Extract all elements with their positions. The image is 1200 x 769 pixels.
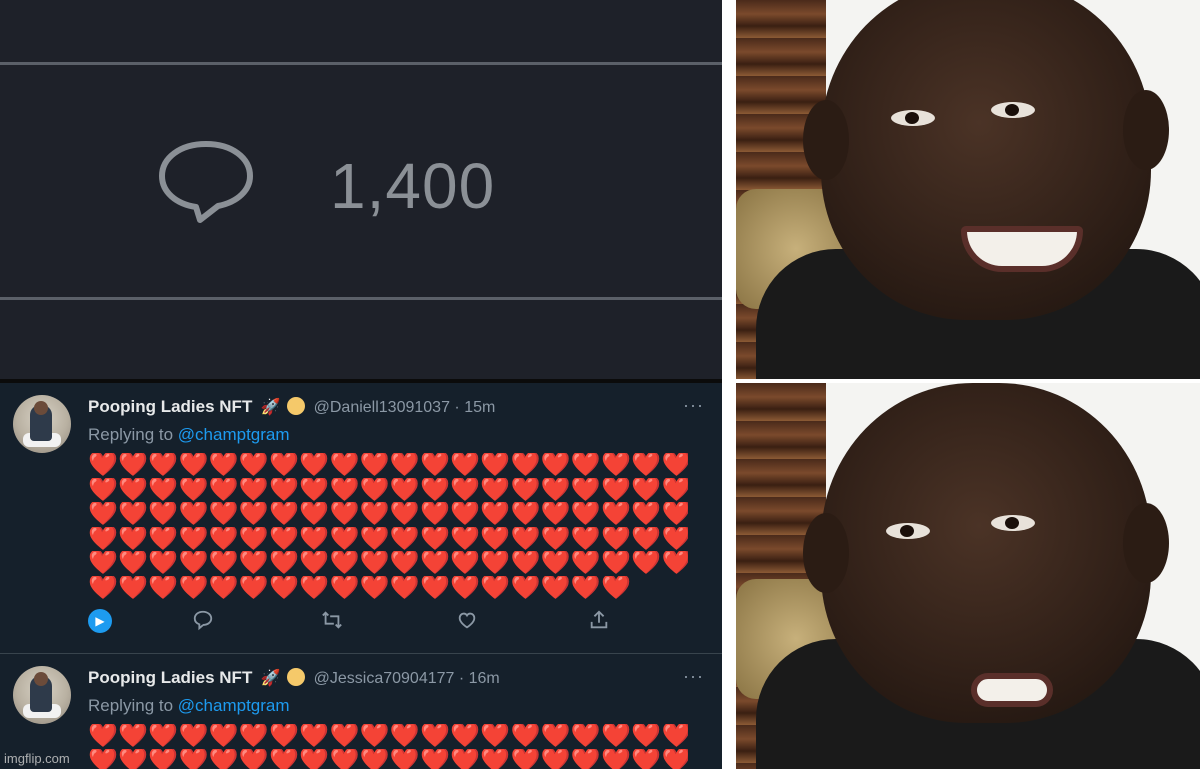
panel-divider xyxy=(722,0,736,769)
tweet-header: Pooping Ladies NFT 🚀 @Jessica70904177 · … xyxy=(88,668,500,690)
heart-row: ❤️❤️❤️❤️❤️❤️❤️❤️❤️❤️❤️❤️❤️❤️❤️❤️❤️❤️❤️❤️… xyxy=(88,724,688,749)
display-name[interactable]: Pooping Ladies NFT xyxy=(88,668,252,687)
smiling-face xyxy=(803,0,1169,320)
handle-and-time[interactable]: @Jessica70904177 · 16m xyxy=(314,670,500,687)
reply-count: 1,400 xyxy=(330,150,496,222)
replying-to: Replying to @champtgram xyxy=(88,425,290,445)
play-icon[interactable]: ▶ xyxy=(88,609,112,633)
divider-line xyxy=(0,297,722,300)
more-options-icon[interactable]: ··· xyxy=(683,395,704,416)
heart-row: ❤️❤️❤️❤️❤️❤️❤️❤️❤️❤️❤️❤️❤️❤️❤️❤️❤️❤️❤️❤️… xyxy=(88,453,688,478)
display-name[interactable]: Pooping Ladies NFT xyxy=(88,397,252,416)
coin-icon xyxy=(287,668,306,686)
coin-icon xyxy=(287,397,306,415)
heart-row: ❤️❤️❤️❤️❤️❤️❤️❤️❤️❤️❤️❤️❤️❤️❤️❤️❤️❤️❤️❤️… xyxy=(88,502,688,527)
tweet-actions: ▶ xyxy=(88,609,628,639)
mention-link[interactable]: @champtgram xyxy=(178,425,290,444)
tweet-text: ❤️❤️❤️❤️❤️❤️❤️❤️❤️❤️❤️❤️❤️❤️❤️❤️❤️❤️❤️❤️… xyxy=(88,724,688,769)
more-options-icon[interactable]: ··· xyxy=(683,666,704,687)
tweet-header: Pooping Ladies NFT 🚀 @Daniell13091037 · … xyxy=(88,397,495,419)
heart-row: ❤️❤️❤️❤️❤️❤️❤️❤️❤️❤️❤️❤️❤️❤️❤️❤️❤️❤️ xyxy=(88,575,632,601)
comment-bubble-icon xyxy=(159,141,253,223)
like-icon[interactable] xyxy=(456,609,478,637)
handle-and-time[interactable]: @Daniell13091037 · 15m xyxy=(314,399,496,416)
divider-line xyxy=(0,62,722,65)
heart-row: ❤️❤️❤️❤️❤️❤️❤️❤️❤️❤️❤️❤️❤️❤️❤️❤️❤️❤️❤️❤️… xyxy=(88,477,688,503)
tweet-feed: Pooping Ladies NFT 🚀 @Daniell13091037 · … xyxy=(0,383,722,769)
replying-to: Replying to @champtgram xyxy=(88,696,290,716)
imgflip-watermark: imgflip.com xyxy=(4,751,70,766)
disappointed-face xyxy=(803,383,1169,723)
reply-icon[interactable] xyxy=(192,609,214,637)
zoomed-reply-count-panel: 1,400 xyxy=(0,0,722,381)
mention-link[interactable]: @champtgram xyxy=(178,696,290,715)
replying-to-label: Replying to xyxy=(88,425,178,444)
avatar[interactable] xyxy=(13,395,71,453)
reaction-photo-happy xyxy=(736,0,1200,379)
tweet[interactable]: Pooping Ladies NFT 🚀 @Daniell13091037 · … xyxy=(0,383,722,654)
heart-row: ❤️❤️❤️❤️❤️❤️❤️❤️❤️❤️❤️❤️❤️❤️❤️❤️❤️❤️❤️❤️… xyxy=(88,748,688,769)
rocket-emoji: 🚀 xyxy=(260,670,281,687)
heart-row: ❤️❤️❤️❤️❤️❤️❤️❤️❤️❤️❤️❤️❤️❤️❤️❤️❤️❤️❤️❤️… xyxy=(88,551,688,576)
rocket-emoji: 🚀 xyxy=(260,399,281,416)
share-icon[interactable] xyxy=(588,609,610,637)
retweet-icon[interactable] xyxy=(320,609,344,637)
replying-to-label: Replying to xyxy=(88,696,178,715)
avatar[interactable] xyxy=(13,666,71,724)
heart-row: ❤️❤️❤️❤️❤️❤️❤️❤️❤️❤️❤️❤️❤️❤️❤️❤️❤️❤️❤️❤️… xyxy=(88,526,688,552)
tweet[interactable]: Pooping Ladies NFT 🚀 @Jessica70904177 · … xyxy=(0,654,722,769)
tweet-text: ❤️❤️❤️❤️❤️❤️❤️❤️❤️❤️❤️❤️❤️❤️❤️❤️❤️❤️❤️❤️… xyxy=(88,453,688,601)
reaction-photo-disappointed xyxy=(736,383,1200,769)
